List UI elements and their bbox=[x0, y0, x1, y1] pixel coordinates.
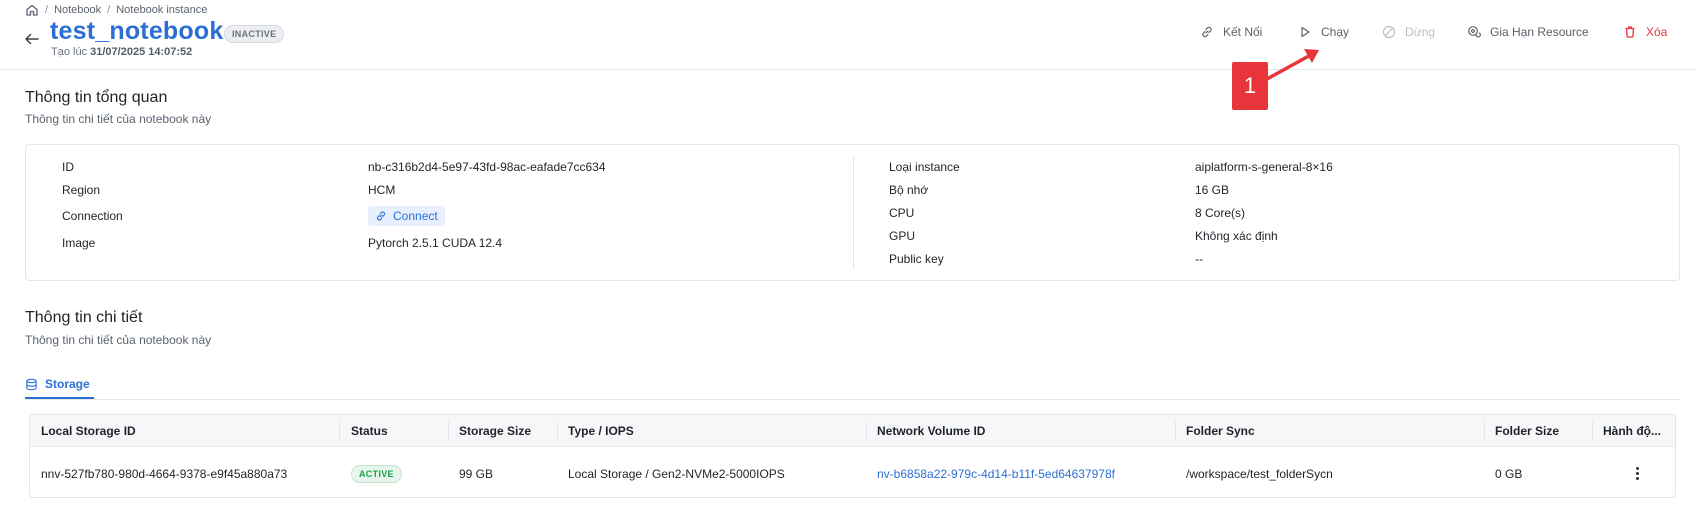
database-icon bbox=[26, 378, 37, 390]
connect-link-label: Connect bbox=[393, 209, 438, 223]
overview-value-cpu: 8 Core(s) bbox=[1195, 206, 1246, 220]
column-header-actions[interactable]: Hành độ... bbox=[1603, 424, 1661, 438]
breadcrumb-item-notebook[interactable]: Notebook bbox=[54, 4, 101, 16]
column-header-status[interactable]: Status bbox=[351, 424, 388, 438]
created-at: Tạo lúc 31/07/2025 14:07:52 bbox=[51, 46, 192, 58]
overview-label-cpu: CPU bbox=[889, 206, 915, 220]
overview-label-gpu: GPU bbox=[889, 229, 916, 243]
overview-label-memory: Bộ nhớ bbox=[889, 183, 929, 197]
overview-value-image: Pytorch 2.5.1 CUDA 12.4 bbox=[368, 236, 503, 250]
play-icon bbox=[1301, 26, 1310, 38]
connect-link-button[interactable]: Connect bbox=[368, 206, 445, 226]
tab-storage-label: Storage bbox=[45, 377, 90, 391]
column-resize-handle[interactable] bbox=[339, 422, 340, 440]
column-resize-handle[interactable] bbox=[866, 422, 867, 440]
column-resize-handle[interactable] bbox=[1592, 422, 1593, 440]
home-icon[interactable] bbox=[25, 3, 39, 17]
delete-button[interactable]: Xóa bbox=[1623, 22, 1667, 42]
table-header: Local Storage ID Status Storage Size Typ… bbox=[30, 415, 1675, 447]
cell-folder-sync: /workspace/test_folderSycn bbox=[1186, 467, 1333, 481]
overview-label-image: Image bbox=[62, 236, 96, 250]
overview-divider bbox=[853, 157, 854, 269]
ban-icon bbox=[1382, 25, 1396, 39]
created-value: 31/07/2025 14:07:52 bbox=[90, 46, 193, 58]
column-resize-handle[interactable] bbox=[448, 422, 449, 440]
link-icon bbox=[376, 211, 386, 221]
kebab-menu-icon[interactable] bbox=[1630, 463, 1644, 483]
cell-storage-size: 99 GB bbox=[459, 467, 494, 481]
breadcrumb-separator: / bbox=[45, 4, 49, 16]
tab-divider bbox=[25, 399, 1680, 400]
overview-title: Thông tin tổng quan bbox=[25, 89, 168, 106]
cell-folder-size: 0 GB bbox=[1495, 467, 1523, 481]
column-header-local-storage-id[interactable]: Local Storage ID bbox=[41, 424, 136, 438]
breadcrumb-separator: / bbox=[107, 4, 111, 16]
run-button[interactable]: Chạy bbox=[1298, 22, 1349, 42]
column-resize-handle[interactable] bbox=[1175, 422, 1176, 440]
overview-label-public-key: Public key bbox=[889, 252, 944, 266]
connect-button-label: Kết Nối bbox=[1223, 25, 1263, 39]
created-label: Tạo lúc bbox=[51, 46, 88, 58]
annotation-arrow bbox=[1265, 49, 1319, 81]
column-header-type-iops[interactable]: Type / IOPS bbox=[568, 424, 634, 438]
trash-icon bbox=[1625, 26, 1635, 38]
run-button-label: Chạy bbox=[1321, 25, 1350, 39]
overview-label-instance-type: Loại instance bbox=[889, 160, 960, 174]
column-header-network-volume-id[interactable]: Network Volume ID bbox=[877, 424, 985, 438]
breadcrumb-item-notebook-instance: Notebook instance bbox=[116, 4, 208, 16]
page-header: / Notebook / Notebook instance test_note… bbox=[0, 0, 1695, 70]
status-badge: ACTIVE bbox=[351, 465, 402, 483]
overview-value-region: HCM bbox=[368, 183, 396, 197]
overview-subtitle: Thông tin chi tiết của notebook này bbox=[25, 112, 212, 126]
back-arrow-icon[interactable] bbox=[23, 30, 41, 48]
annotation-marker: 1 bbox=[1232, 62, 1268, 110]
page-title: test_notebook bbox=[50, 17, 224, 45]
column-header-storage-size[interactable]: Storage Size bbox=[459, 424, 531, 438]
cell-type-iops: Local Storage / Gen2-NVMe2-5000IOPS bbox=[568, 467, 785, 481]
overview-label-region: Region bbox=[62, 183, 101, 197]
overview-value-id: nb-c316b2d4-5e97-43fd-98ac-eafade7cc634 bbox=[368, 160, 606, 174]
overview-value-public-key: -- bbox=[1195, 252, 1203, 266]
settings-refresh-icon bbox=[1468, 26, 1481, 38]
status-badge: INACTIVE bbox=[224, 25, 285, 43]
connect-button[interactable]: Kết Nối bbox=[1200, 22, 1262, 42]
column-resize-handle[interactable] bbox=[1484, 422, 1485, 440]
overview-value-gpu: Không xác định bbox=[1195, 229, 1278, 243]
overview-label-connection: Connection bbox=[62, 209, 123, 223]
stop-button-label: Dừng bbox=[1405, 25, 1436, 39]
column-resize-handle[interactable] bbox=[557, 422, 558, 440]
overview-value-memory: 16 GB bbox=[1195, 183, 1230, 197]
overview-value-instance-type: aiplatform-s-general-8×16 bbox=[1195, 160, 1333, 174]
cell-network-volume-link[interactable]: nv-b6858a22-979c-4d14-b11f-5ed64637978f bbox=[877, 467, 1115, 481]
breadcrumb: / Notebook / Notebook instance bbox=[25, 3, 207, 17]
extend-resource-button[interactable]: Gia Hạn Resource bbox=[1467, 22, 1589, 42]
stop-button[interactable]: Dừng bbox=[1382, 22, 1435, 42]
details-title: Thông tin chi tiết bbox=[25, 309, 143, 326]
cell-local-storage-id: nnv-527fb780-980d-4664-9378-e9f45a880a73 bbox=[41, 467, 288, 481]
storage-table: Local Storage ID Status Storage Size Typ… bbox=[29, 414, 1676, 498]
delete-button-label: Xóa bbox=[1646, 25, 1668, 39]
extend-resource-label: Gia Hạn Resource bbox=[1490, 25, 1589, 39]
details-subtitle: Thông tin chi tiết của notebook này bbox=[25, 333, 212, 347]
column-header-folder-size[interactable]: Folder Size bbox=[1495, 424, 1559, 438]
link-icon bbox=[1202, 26, 1212, 38]
tab-storage[interactable]: Storage bbox=[25, 371, 94, 399]
overview-label-id: ID bbox=[62, 160, 74, 174]
column-header-folder-sync[interactable]: Folder Sync bbox=[1186, 424, 1255, 438]
